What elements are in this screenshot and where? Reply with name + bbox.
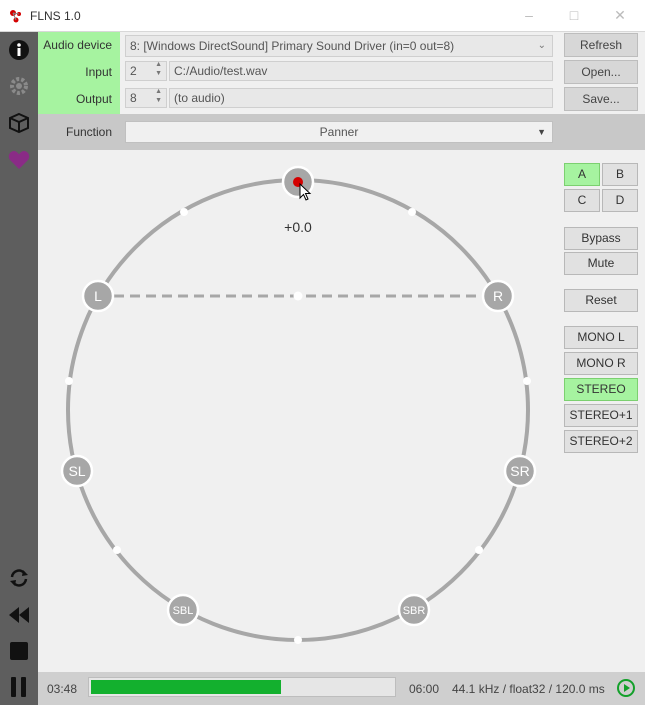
mono-r-button[interactable]: MONO R — [564, 352, 638, 375]
output-label: Output — [75, 92, 112, 106]
speaker-sbl[interactable]: SBL — [166, 593, 200, 627]
sidebar — [0, 32, 38, 705]
speaker-sbr[interactable]: SBR — [397, 593, 431, 627]
pause-icon[interactable] — [7, 675, 31, 699]
mute-button[interactable]: Mute — [564, 252, 638, 275]
stepper-arrows-icon[interactable]: ▲ ▼ — [155, 87, 162, 105]
stop-icon[interactable] — [7, 639, 31, 663]
maximize-icon[interactable]: □ — [560, 5, 588, 25]
function-label: Function — [66, 125, 113, 139]
input-channel-stepper[interactable]: 2 ▲ ▼ — [125, 61, 167, 81]
info-icon[interactable] — [7, 38, 31, 62]
minimize-icon[interactable]: – — [515, 5, 543, 25]
status-bar: 03:48 06:00 44.1 kHz / float32 / 120.0 m… — [38, 672, 645, 705]
bypass-button[interactable]: Bypass — [564, 227, 638, 250]
output-target-value: (to audio) — [174, 91, 225, 105]
open-button[interactable]: Open... — [564, 60, 638, 84]
audio-device-label: Audio device — [43, 38, 112, 52]
audio-device-select[interactable]: 8: [Windows DirectSound] Primary Sound D… — [125, 35, 553, 57]
io-labels-panel: Audio device Input Output — [38, 32, 120, 114]
panner-canvas[interactable]: L R SL SR SBL SBR +0.0 — [38, 150, 558, 670]
mono-l-button[interactable]: MONO L — [564, 326, 638, 349]
save-button[interactable]: Save... — [564, 87, 638, 111]
dropdown-arrow-icon: ▼ — [537, 127, 546, 137]
input-file-field[interactable]: C:/Audio/test.wav — [169, 61, 553, 81]
function-select[interactable]: Panner ▼ — [125, 121, 553, 143]
speaker-ring — [66, 178, 530, 642]
input-file-value: C:/Audio/test.wav — [174, 64, 268, 78]
playback-progress-fill — [91, 680, 281, 694]
speaker-label-sr: SR — [510, 463, 529, 479]
input-channel-value: 2 — [130, 64, 137, 78]
window-title: FLNS 1.0 — [30, 9, 81, 23]
preset-c-button[interactable]: C — [564, 189, 600, 212]
speaker-label-sl: SL — [68, 463, 85, 479]
pan-readout: +0.0 — [284, 219, 312, 235]
loop-icon[interactable] — [7, 566, 31, 590]
output-channel-stepper[interactable]: 8 ▲ ▼ — [125, 88, 167, 108]
speaker-r[interactable]: R — [481, 279, 515, 313]
speaker-label-sbl: SBL — [173, 605, 194, 617]
title-bar: FLNS 1.0 – □ ✕ — [0, 0, 645, 32]
refresh-button[interactable]: Refresh — [564, 33, 638, 57]
speaker-label-l: L — [94, 288, 102, 304]
playback-progress[interactable] — [88, 677, 396, 697]
function-bar: Function Panner ▼ — [38, 114, 645, 150]
cube-icon[interactable] — [7, 111, 31, 135]
stereo-button[interactable]: STEREO — [564, 378, 638, 401]
rewind-icon[interactable] — [7, 603, 31, 627]
stereo-plus-1-button[interactable]: STEREO+1 — [564, 404, 638, 427]
preset-b-button[interactable]: B — [602, 163, 638, 186]
speaker-label-sbr: SBR — [403, 605, 426, 617]
reset-button[interactable]: Reset — [564, 289, 638, 312]
output-channel-value: 8 — [130, 91, 137, 105]
total-time: 06:00 — [409, 682, 440, 696]
audio-device-value: 8: [Windows DirectSound] Primary Sound D… — [130, 39, 455, 53]
panner-svg[interactable]: L R SL SR SBL SBR +0.0 — [38, 150, 558, 670]
center-handle[interactable] — [293, 291, 303, 301]
app-logo-icon — [10, 10, 21, 23]
speaker-sr[interactable]: SR — [503, 454, 537, 488]
speaker-sl[interactable]: SL — [60, 454, 94, 488]
ring-ticks — [65, 208, 531, 644]
play-icon[interactable] — [617, 679, 635, 697]
audio-format: 44.1 kHz / float32 / 120.0 ms — [452, 682, 605, 696]
speaker-label-r: R — [493, 288, 503, 304]
stereo-plus-2-button[interactable]: STEREO+2 — [564, 430, 638, 453]
preset-a-button[interactable]: A — [564, 163, 600, 186]
io-settings-panel: Audio device Input Output 8: [Windows Di… — [38, 32, 645, 114]
heart-icon[interactable] — [7, 148, 31, 172]
stepper-arrows-icon[interactable]: ▲ ▼ — [155, 60, 162, 78]
chevron-down-icon: ⌄ — [537, 40, 546, 51]
gear-icon[interactable] — [7, 74, 31, 98]
speaker-l[interactable]: L — [81, 279, 115, 313]
function-value: Panner — [319, 125, 359, 139]
elapsed-time: 03:48 — [47, 682, 78, 696]
preset-d-button[interactable]: D — [602, 189, 638, 212]
input-label: Input — [85, 65, 112, 79]
output-target-field[interactable]: (to audio) — [169, 88, 553, 108]
close-icon[interactable]: ✕ — [606, 5, 634, 25]
